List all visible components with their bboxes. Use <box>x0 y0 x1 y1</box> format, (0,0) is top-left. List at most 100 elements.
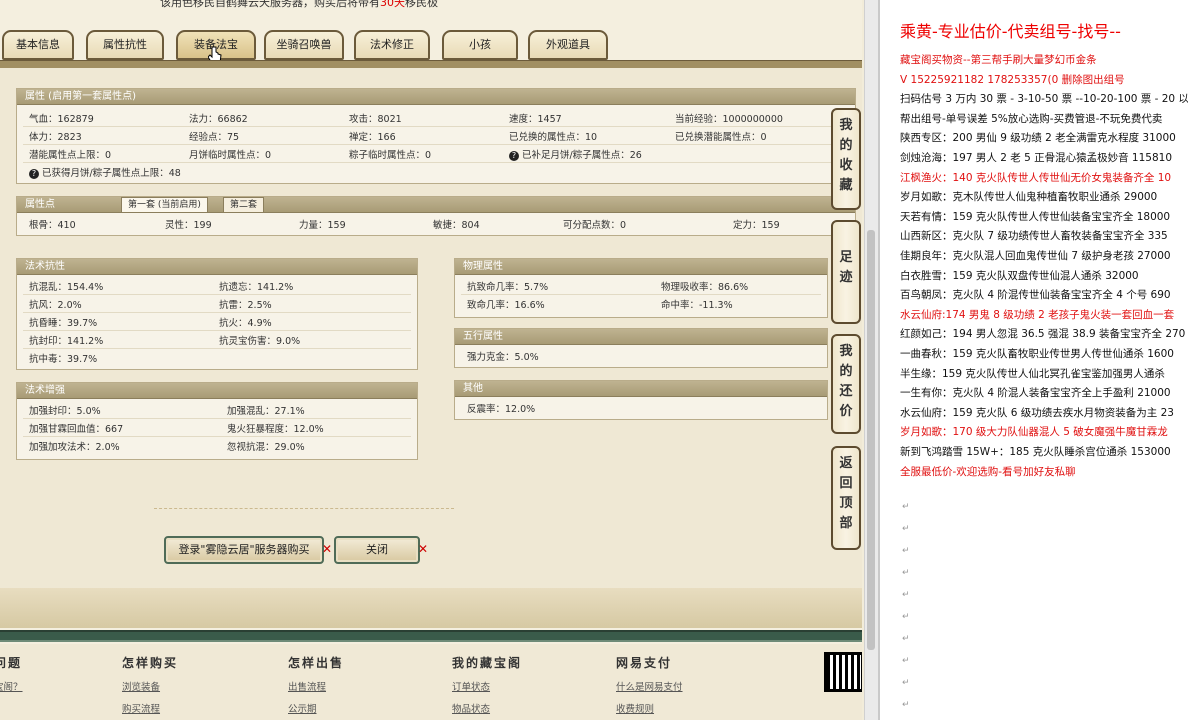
attributes-title: 属性 (启用第一套属性点) <box>17 89 855 105</box>
note-text-end: 移民极 <box>405 0 438 9</box>
enhance-value: 忽视抗混：29.0% <box>227 442 305 453</box>
attribute-content: 属性 (启用第一套属性点) 气血：162879 法力：66862 攻击：8021… <box>0 68 862 588</box>
points-row: 根骨：410 灵性：199 力量：159 敏捷：804 可分配点数：0 定力：1… <box>23 217 849 233</box>
enhance-value: 加强甘霖回血值：667 <box>29 424 124 435</box>
attributes-section: 属性 (启用第一套属性点) 气血：162879 法力：66862 攻击：8021… <box>16 88 856 184</box>
footer-link[interactable]: 物品状态 <box>452 701 522 715</box>
attr-row: 体力：2823 经验点：75 禅定：166 已兑换的属性点：10 已兑换潜能属性… <box>23 129 849 145</box>
scrollbar-thumb[interactable] <box>867 230 875 650</box>
attr-row: ? 已获得月饼/粽子属性点上限：48 <box>23 165 849 181</box>
doc-line: 新到飞鸿踏雪 15W+：185 克火队睡杀宫位通杀 153000 <box>900 446 1171 458</box>
doc-line: 帮出组号-单号误差 5%放心选购-买费管退-不玩免费代卖 <box>900 112 1163 125</box>
resist-value: 抗火：4.9% <box>219 318 272 329</box>
physical-value: 命中率：-11.3% <box>661 300 733 311</box>
footer-title: 我的藏宝阁 <box>452 656 523 670</box>
point-value: 根骨：410 <box>29 220 76 231</box>
tab-basic-info[interactable]: 基本信息 <box>2 30 74 60</box>
footer-link[interactable]: 浏览装备 <box>122 679 178 693</box>
doc-line: 一曲春秋：159 克火队畜牧职业传世男人传世仙通杀 1600 <box>900 348 1174 360</box>
physical-value: 抗致命几率：5.7% <box>467 282 549 293</box>
tab-divider <box>0 60 862 68</box>
close-button[interactable]: 关闭 <box>334 536 420 564</box>
footer-title: 网易支付 <box>616 656 673 670</box>
attr-note: ? 已获得月饼/粽子属性点上限：48 <box>29 165 181 179</box>
other-section: 其他 反震率：12.0% <box>454 380 828 420</box>
tab-set-one[interactable]: 第一套 (当前启用) <box>121 197 208 213</box>
point-value: 可分配点数：0 <box>563 220 627 231</box>
resist-value: 抗封印：141.2% <box>29 336 104 347</box>
footer-link[interactable]: 公示期 <box>288 701 344 715</box>
footer-area: 问题 宝阁？ 怎样购买 浏览装备 购买流程 怎样出售 出售流程 公示期 我的藏宝… <box>0 588 862 720</box>
qr-code-icon <box>824 652 862 692</box>
enhance-value: 加强混乱：27.1% <box>227 406 305 417</box>
main-panel: 该用色移民自鹤舞云天服务器，购买后将带有30天移民极 基本信息 属性抗性 装备法… <box>0 0 862 720</box>
tab-attr-resist[interactable]: 属性抗性 <box>86 30 164 60</box>
enhance-value: 鬼火狂暴程度：12.0% <box>227 424 324 435</box>
footer-link[interactable]: 购买流程 <box>122 701 178 715</box>
physical-value: 致命几率：16.6% <box>467 300 545 311</box>
para-mark: ↵ <box>902 700 910 710</box>
doc-line: 水云仙府:174 男鬼 8 级功绩 2 老孩子鬼火装一套回血一套 <box>900 308 1175 321</box>
doc-line: 半生缘：159 克火队传世人仙北冥孔雀宝鉴加强男人通杀 <box>900 367 1165 380</box>
other-title: 其他 <box>455 381 827 397</box>
para-mark: ↵ <box>902 612 910 622</box>
tab-appearance[interactable]: 外观道具 <box>528 30 608 60</box>
attr-value: 经验点：75 <box>189 132 240 143</box>
para-mark: ↵ <box>902 524 910 534</box>
tab-set-two[interactable]: 第二套 <box>223 197 265 213</box>
login-buy-button[interactable]: 登录"雾隐云居"服务器购买 <box>164 536 324 564</box>
para-mark: ↵ <box>902 590 910 600</box>
doc-line: 一生有你：克火队 4 阶混人装备宝宝齐全上手盈利 21000 <box>900 387 1171 400</box>
para-mark: ↵ <box>902 656 910 666</box>
attr-value: 攻击：8021 <box>349 114 402 125</box>
five-elements-section: 五行属性 强力克金：5.0% <box>454 328 828 368</box>
side-label: 返回顶部 <box>839 456 853 531</box>
attr-value: 速度：1457 <box>509 114 562 125</box>
attr-value: 体力：2823 <box>29 132 82 143</box>
my-favorites-button[interactable]: 我的收藏 <box>831 108 861 210</box>
tab-mount-summon[interactable]: 坐骑召唤兽 <box>264 30 344 60</box>
para-mark: ↵ <box>902 634 910 644</box>
footer-link[interactable]: 出售流程 <box>288 679 344 693</box>
doc-line: 陕西专区：200 男仙 9 级功绩 2 老全满雷克水程度 31000 <box>900 132 1176 145</box>
note-text: 该用色移民自鹤舞云天服务器，购买后将带有 <box>160 0 380 9</box>
resist-value: 抗中毒：39.7% <box>29 354 98 365</box>
footer-link[interactable]: 宝阁？ <box>0 679 23 693</box>
doc-line: 白衣胜雪：159 克火队双盘传世仙混人通杀 32000 <box>900 269 1139 282</box>
my-counteroffer-button[interactable]: 我的还价 <box>831 334 861 434</box>
attr-value-text: 已补足月饼/粽子属性点：26 <box>522 150 642 161</box>
doc-line: 红颜如己：194 男人忽混 36.5 强混 38.9 装备宝宝齐全 270 <box>900 328 1186 341</box>
footprint-button[interactable]: 足迹 <box>831 220 861 324</box>
physical-section: 物理属性 抗致命几率：5.7% 物理吸收率：86.6% 致命几率：16.6% 命中率… <box>454 258 828 318</box>
doc-line: 百鸟朝凤：克火队 4 阶混传世仙装备宝宝齐全 4 个号 690 <box>900 289 1171 302</box>
help-icon[interactable]: ? <box>509 151 519 161</box>
footer-link[interactable]: 什么是网易支付 <box>616 679 683 693</box>
doc-line: 剑烛沧海：197 男人 2 老 5 正骨混心猿孟极妙音 115810 <box>900 152 1173 164</box>
footer-title: 怎样出售 <box>288 656 345 670</box>
doc-line: 岁月如歌：170 级大力队仙器混人 5 破女魔强牛魔甘霖龙 <box>900 426 1168 439</box>
footer-title: 问题 <box>0 656 23 670</box>
footer-link[interactable]: 收费规则 <box>616 701 683 715</box>
tab-child[interactable]: 小孩 <box>442 30 518 60</box>
decor-band <box>0 588 862 628</box>
attr-value: 已兑换潜能属性点：0 <box>675 132 767 143</box>
doc-line: 水云仙府：159 克火队 6 级功绩去疾水月物资装备为主 23 <box>900 406 1174 419</box>
footer-link[interactable]: 订单状态 <box>452 679 522 693</box>
points-section: 属性点 第一套 (当前启用) 第二套 根骨：410 灵性：199 力量：159 … <box>16 196 856 236</box>
doc-line: 山西新区：克火队 7 级功绩传世人畜牧装备宝宝齐全 335 <box>900 230 1168 243</box>
doc-header: 乘黄-专业估价-代卖组号-找号-- <box>900 22 1121 41</box>
doc-line: 扫码估号 3 万内 30 票 - 3-10-50 票 --10-20-100 票… <box>900 93 1188 106</box>
point-value: 定力：159 <box>733 220 780 231</box>
doc-line: 岁月如歌：克木队传世人仙鬼种植畜牧职业通杀 29000 <box>900 191 1158 204</box>
para-mark: ↵ <box>902 678 910 688</box>
footer: 问题 宝阁？ 怎样购买 浏览装备 购买流程 怎样出售 出售流程 公示期 我的藏宝… <box>0 644 862 720</box>
help-icon[interactable]: ? <box>29 169 39 179</box>
physical-title: 物理属性 <box>455 259 827 275</box>
back-to-top-button[interactable]: 返回顶部 <box>831 446 861 550</box>
footer-col: 我的藏宝阁 订单状态 物品状态 <box>452 654 522 715</box>
physical-value: 物理吸收率：86.6% <box>661 282 749 293</box>
doc-line: 江枫渔火：140 克火队传世人传世仙无价女鬼装备齐全 10 <box>900 171 1172 184</box>
tab-spell-mod[interactable]: 法术修正 <box>354 30 430 60</box>
doc-line: V 15225921182 178253357(0 删除图出组号 <box>900 73 1125 86</box>
spell-enhance-title: 法术增强 <box>17 383 417 399</box>
